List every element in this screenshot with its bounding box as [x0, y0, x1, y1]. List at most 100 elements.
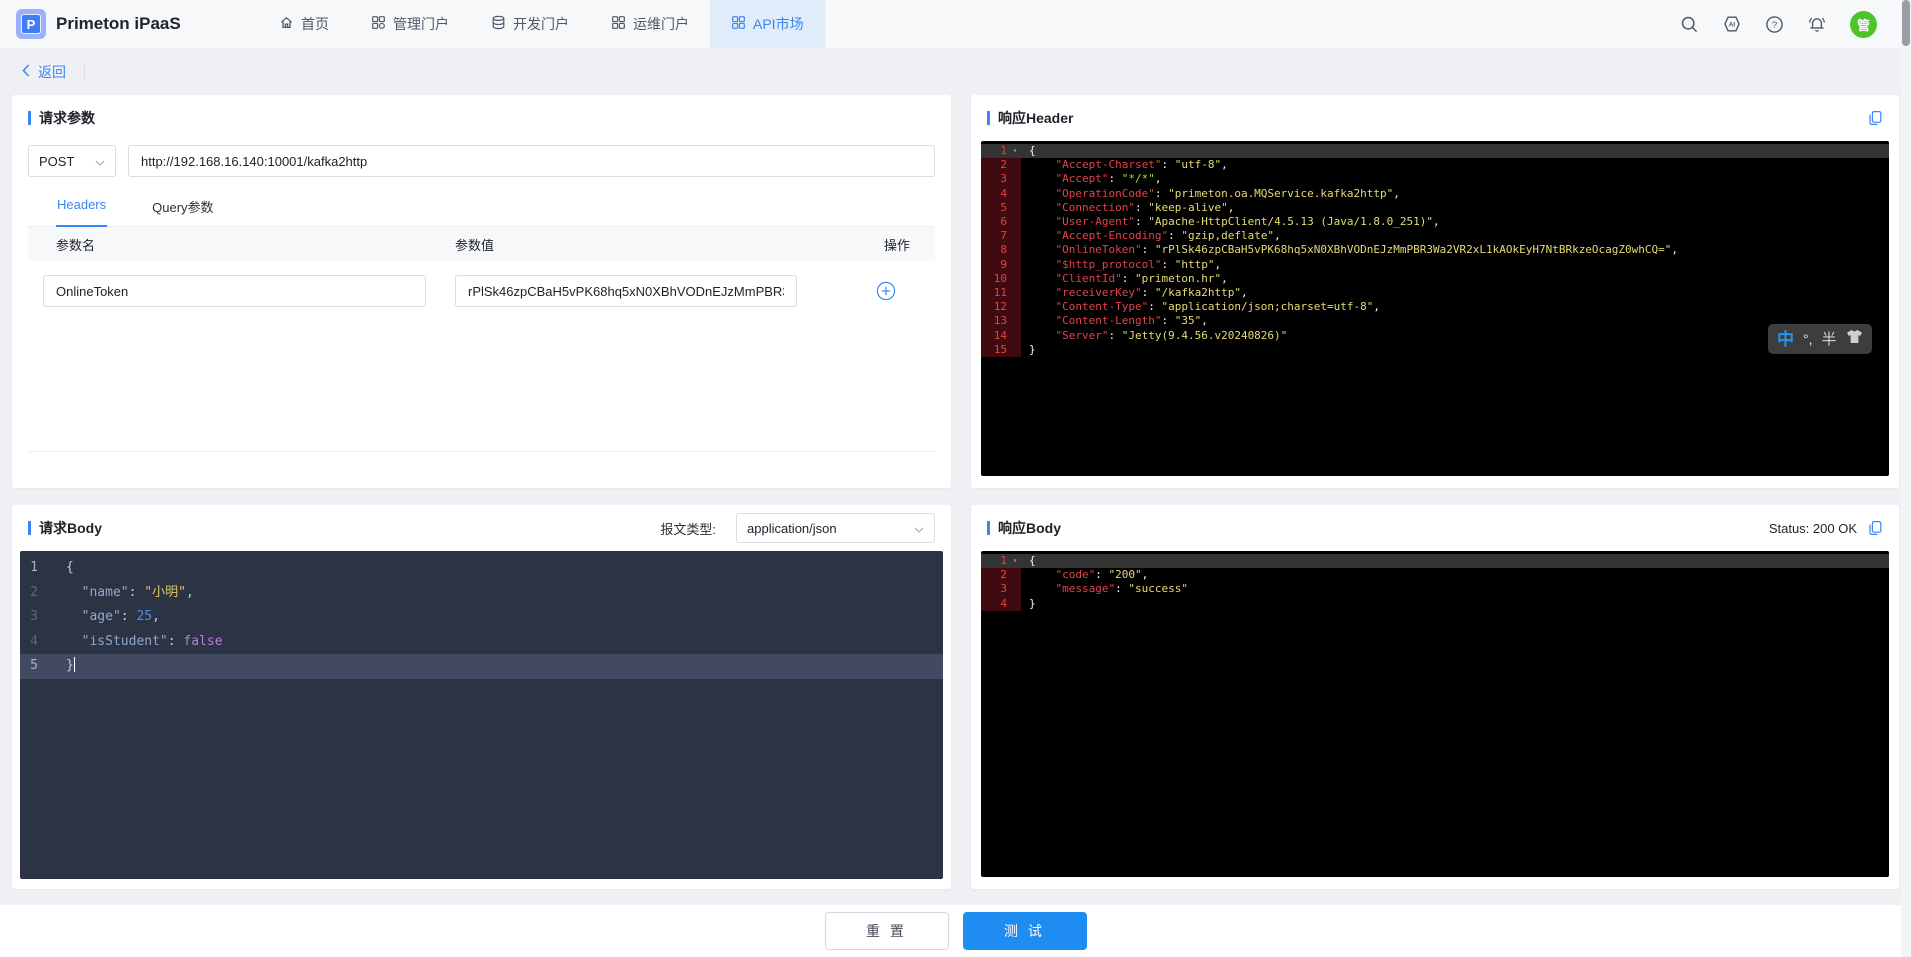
response-body-panel: 响应Body Status: 200 OK 1▾{2 "code": "200"…	[971, 505, 1899, 889]
line-number: 3	[20, 605, 54, 630]
code-line: 10 "ClientId": "primeton.hr",	[981, 272, 1889, 286]
code-line: 4 "isStudent": false	[20, 630, 943, 655]
nav-item-label: API市场	[753, 14, 804, 34]
user-avatar[interactable]: 管	[1850, 11, 1877, 38]
notification-bell-icon[interactable]	[1807, 14, 1827, 34]
line-number: 9	[981, 258, 1021, 272]
code-line: 9 "$http_protocol": "http",	[981, 258, 1889, 272]
nav-item-label: 管理门户	[393, 14, 449, 34]
back-bar: 返回	[0, 49, 1911, 95]
request-body-title: 请求Body	[39, 518, 102, 538]
reset-button[interactable]: 重 置	[825, 912, 949, 950]
request-params-title: 请求参数	[39, 108, 95, 128]
code-line: 8 "OnlineToken": "rPlSk46zpCBaH5vPK68hq5…	[981, 243, 1889, 257]
line-number: 3	[981, 582, 1021, 596]
code-line: 13 "Content-Length": "35",	[981, 314, 1889, 328]
line-number: 5	[20, 654, 54, 679]
code-line: 7 "Accept-Encoding": "gzip,deflate",	[981, 229, 1889, 243]
nav-toolbar: AI ? 管	[1680, 0, 1911, 48]
tab-headers[interactable]: Headers	[56, 189, 107, 227]
add-param-button[interactable]	[797, 281, 935, 301]
nav-item-label: 首页	[301, 14, 329, 34]
title-accent-bar	[987, 111, 990, 125]
line-number: 2	[981, 568, 1021, 582]
scrollbar-track[interactable]	[1901, 0, 1911, 957]
line-number: 4	[20, 630, 54, 655]
help-icon[interactable]: ?	[1765, 15, 1784, 34]
line-number: 13	[981, 314, 1021, 328]
response-body-editor[interactable]: 1▾{2 "code": "200",3 "message": "success…	[981, 551, 1889, 877]
grid-icon	[731, 15, 746, 33]
line-number: 6	[981, 215, 1021, 229]
line-number: 7	[981, 229, 1021, 243]
content-type-select[interactable]: application/json	[736, 513, 935, 543]
method-value: POST	[39, 154, 74, 169]
param-name-input[interactable]	[43, 275, 426, 307]
column-header-action: 操作	[859, 235, 935, 254]
title-accent-bar	[987, 521, 990, 535]
ime-punctuation-toggle[interactable]: °,	[1803, 332, 1813, 346]
column-header-value: 参数值	[455, 235, 859, 254]
param-table-row	[28, 275, 935, 307]
copy-icon[interactable]	[1867, 520, 1883, 536]
ime-skin-icon[interactable]	[1846, 329, 1863, 349]
ime-halfwidth-toggle[interactable]: 半	[1822, 332, 1837, 347]
response-header-title: 响应Header	[998, 108, 1073, 128]
param-tabs: Headers Query参数	[28, 189, 935, 227]
method-select[interactable]: POST	[28, 145, 116, 177]
back-label: 返回	[38, 62, 66, 82]
code-line: 4 "OperationCode": "primeton.oa.MQServic…	[981, 187, 1889, 201]
code-line: 5 "Connection": "keep-alive",	[981, 201, 1889, 215]
nav-item-label: 开发门户	[513, 14, 569, 34]
nav-item-admin-portal[interactable]: 管理门户	[350, 0, 470, 48]
code-line: 3 "age": 25,	[20, 605, 943, 630]
nav-item-api-market[interactable]: API市场	[710, 0, 825, 48]
line-number: 2	[981, 158, 1021, 172]
ime-language-toggle[interactable]: 中	[1777, 331, 1794, 348]
back-link[interactable]: 返回	[22, 62, 66, 82]
request-body-editor[interactable]: 1{2 "name": "小明",3 "age": 25,4 "isStuden…	[20, 551, 943, 879]
column-header-name: 参数名	[28, 235, 455, 254]
copy-icon[interactable]	[1867, 110, 1883, 126]
content-type-label: 报文类型:	[660, 519, 716, 538]
grid-icon	[371, 15, 386, 33]
line-number: 12	[981, 300, 1021, 314]
primeton-logo-icon: P	[16, 9, 46, 39]
ai-assistant-icon[interactable]: AI	[1722, 14, 1742, 34]
response-header-editor[interactable]: 1▾{2 "Accept-Charset": "utf-8",3 "Accept…	[981, 141, 1889, 476]
tab-query-params[interactable]: Query参数	[151, 189, 214, 227]
param-value-input[interactable]	[455, 275, 797, 307]
nav-items: 首页 管理门户 开发门户 运维门户 API市场	[258, 0, 825, 48]
code-line: 2 "code": "200",	[981, 568, 1889, 582]
scrollbar-thumb[interactable]	[1902, 0, 1910, 46]
test-button[interactable]: 测 试	[963, 912, 1087, 950]
chevron-down-icon	[95, 154, 105, 169]
brand: P Primeton iPaaS	[0, 0, 250, 48]
code-line: 2 "Accept-Charset": "utf-8",	[981, 158, 1889, 172]
code-line: 6 "User-Agent": "Apache-HttpClient/4.5.1…	[981, 215, 1889, 229]
code-line: 11 "receiverKey": "/kafka2http",	[981, 286, 1889, 300]
nav-item-ops-portal[interactable]: 运维门户	[590, 0, 710, 48]
code-line: 1{	[20, 556, 943, 581]
response-header-panel: 响应Header 1▾{2 "Accept-Charset": "utf-8",…	[971, 95, 1899, 488]
code-line: 5}	[20, 654, 943, 679]
nav-item-dev-portal[interactable]: 开发门户	[470, 0, 590, 48]
line-number: 4	[981, 597, 1021, 611]
url-input[interactable]	[128, 145, 935, 177]
nav-item-home[interactable]: 首页	[258, 0, 350, 48]
status-badge: Status: 200 OK	[1769, 521, 1857, 536]
svg-text:?: ?	[1772, 20, 1777, 31]
request-body-panel: 请求Body 报文类型: application/json 1{2 "name"…	[12, 505, 951, 889]
line-number: 1▾	[981, 554, 1021, 568]
chevron-left-icon	[22, 64, 30, 80]
code-line: 15}	[981, 343, 1889, 357]
code-line: 1▾{	[981, 554, 1889, 568]
code-line: 14 "Server": "Jetty(9.4.56.v20240826)"	[981, 329, 1889, 343]
line-number: 11	[981, 286, 1021, 300]
layers-icon	[491, 15, 506, 33]
title-accent-bar	[28, 521, 31, 535]
code-line: 3 "Accept": "*/*",	[981, 172, 1889, 186]
line-number: 15	[981, 343, 1021, 357]
text-cursor	[74, 657, 76, 672]
search-icon[interactable]	[1680, 15, 1699, 34]
